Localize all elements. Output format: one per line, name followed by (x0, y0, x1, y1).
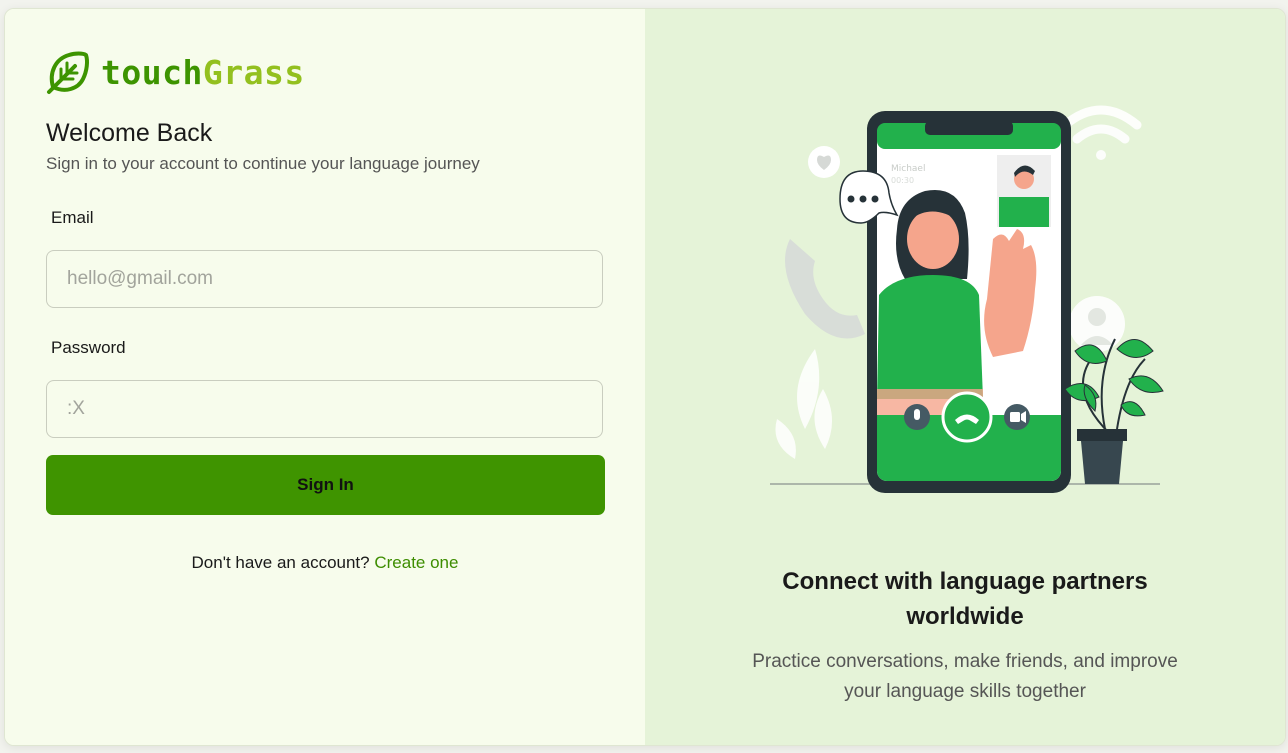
page-title: Welcome Back (46, 119, 213, 147)
email-label: Email (51, 208, 94, 227)
background-leaves (775, 349, 833, 459)
page-subtitle: Sign in to your account to continue your… (46, 154, 480, 173)
promo-title-line1: Connect with language partners (782, 568, 1148, 595)
login-card: touchGrass Welcome Back Sign in to your … (4, 8, 1286, 746)
promo-text-line1: Practice conversations, make friends, an… (752, 651, 1178, 672)
sign-in-button[interactable]: Sign In (46, 455, 605, 515)
brand: touchGrass (45, 49, 305, 95)
call-time: 00:30 (891, 176, 914, 185)
promo-text-line2: your language skills together (844, 681, 1086, 702)
password-label: Password (51, 338, 126, 357)
promo-panel: Michael 00:30 Connect with language part… (645, 9, 1285, 745)
password-field[interactable] (46, 380, 603, 438)
phone-handset-icon (785, 239, 865, 339)
smartphone: Michael 00:30 (867, 111, 1071, 493)
signup-prompt: Don't have an account? Create one (5, 553, 645, 573)
signup-prompt-text: Don't have an account? (191, 553, 370, 572)
email-field[interactable] (46, 250, 603, 308)
brand-name-part1: touch (101, 52, 203, 92)
wifi-icon (1060, 105, 1142, 160)
brand-name: touchGrass (101, 53, 305, 92)
avatar-silhouette (1069, 296, 1125, 352)
brand-name-part2: Grass (202, 52, 305, 92)
promo-title: Connect with language partners worldwide (645, 564, 1285, 634)
potted-plant (1064, 338, 1164, 484)
video-call-illustration: Michael 00:30 (770, 105, 1164, 493)
login-panel: touchGrass Welcome Back Sign in to your … (5, 9, 645, 745)
promo-description: Practice conversations, make friends, an… (645, 647, 1285, 707)
promo-title-line2: worldwide (906, 603, 1024, 630)
create-account-link[interactable]: Create one (374, 553, 458, 572)
caller-name: Michael (891, 164, 925, 174)
leaf-icon (47, 51, 89, 94)
